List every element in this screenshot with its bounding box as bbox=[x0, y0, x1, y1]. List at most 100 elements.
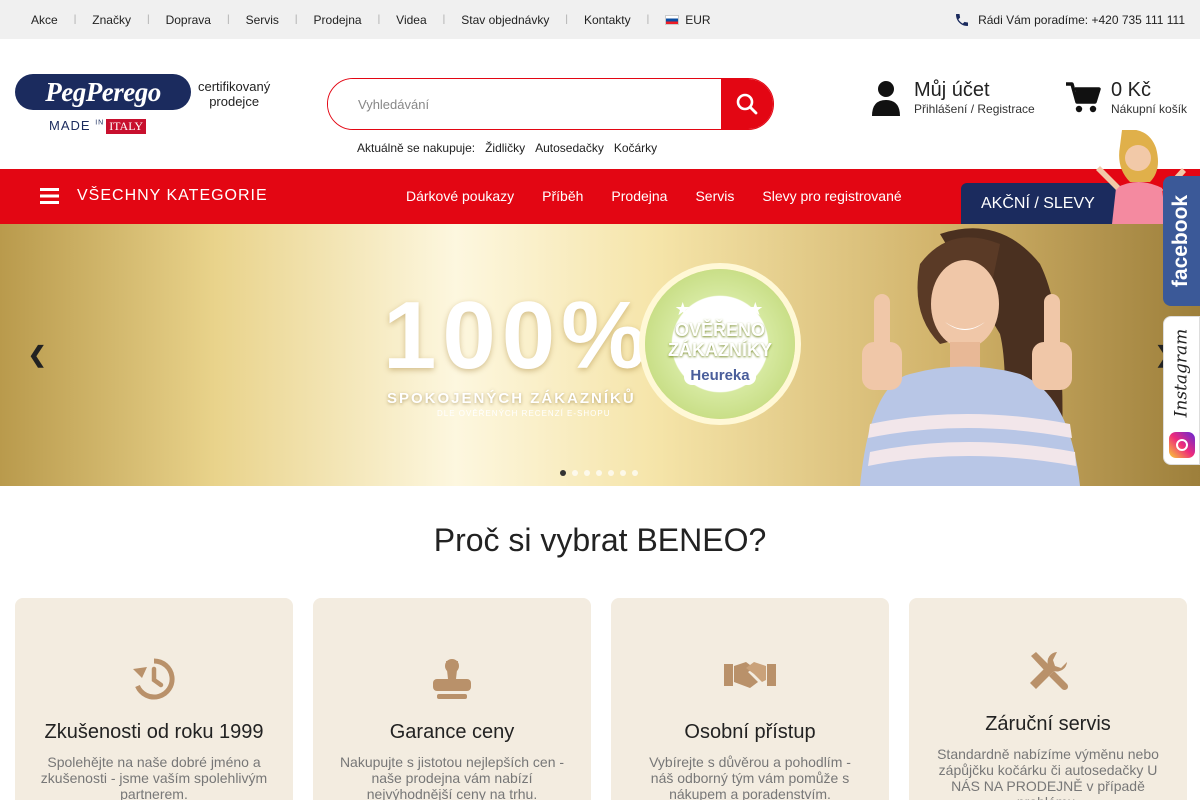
currency-selector[interactable]: EUR bbox=[665, 12, 711, 27]
why-choose-title: Proč si vybrat BENEO? bbox=[433, 522, 767, 558]
separator: | bbox=[646, 14, 650, 25]
top-nav-stav-objednavky[interactable]: Stav objednávky bbox=[461, 13, 549, 27]
cart-link[interactable]: 0 Kč Nákupní košík bbox=[1065, 79, 1187, 116]
cart-text: 0 Kč Nákupní košík bbox=[1111, 79, 1187, 116]
top-nav-servis[interactable]: Servis bbox=[246, 13, 279, 27]
header: PegPerego certifikovaný prodejce MADE IN I… bbox=[0, 39, 1200, 169]
trending-zidlicky[interactable]: Židličky bbox=[485, 141, 525, 155]
nav-prodejna[interactable]: Prodejna bbox=[611, 188, 667, 204]
instagram-tab[interactable]: Instagram bbox=[1163, 316, 1200, 465]
slider-dot[interactable] bbox=[560, 470, 566, 476]
benefit-text: Nakupujte s jistotou nejlepších cen - na… bbox=[339, 754, 565, 800]
main-nav-links: Dárkové poukazy Příběh Prodejna Servis S… bbox=[406, 188, 902, 204]
account-text: Můj účet Přihlášení / Registrace bbox=[914, 79, 1035, 116]
woman-thumbs-up-image bbox=[860, 228, 1080, 486]
top-nav-videa[interactable]: Videa bbox=[396, 13, 426, 27]
hero-headline: 100% bbox=[383, 282, 653, 389]
hero-note: DLE OVĚŘENÝCH RECENZÍ E-SHOPU bbox=[437, 409, 611, 418]
search-input[interactable] bbox=[328, 79, 721, 129]
separator: | bbox=[226, 14, 230, 25]
all-categories-label: VŠECHNY KATEGORIE bbox=[77, 187, 268, 204]
badge-stars: ★★★★★ bbox=[674, 299, 766, 319]
benefit-title: Záruční servis bbox=[985, 713, 1111, 735]
pegperego-logo[interactable]: PegPerego certifikovaný prodejce MADE IN I… bbox=[15, 74, 275, 136]
heureka-badge: ★★★★★ OVĚŘENO ZÁKAZNÍKY Heureka bbox=[645, 269, 795, 419]
separator: | bbox=[294, 14, 298, 25]
phone-contact[interactable]: Rádi Vám poradíme: +420 735 111 111 bbox=[954, 12, 1185, 28]
trending-kocarky[interactable]: Kočárky bbox=[614, 141, 657, 155]
phone-icon bbox=[956, 13, 969, 26]
benefit-card: Garance ceny Nakupujte s jistotou nejlep… bbox=[313, 598, 591, 800]
slider-dot[interactable] bbox=[620, 470, 626, 476]
benefit-cards: Zkušenosti od roku 1999 Spolehějte na na… bbox=[15, 598, 1187, 800]
instagram-label: Instagram bbox=[1171, 328, 1192, 418]
nav-darkove-poukazy[interactable]: Dárkové poukazy bbox=[406, 188, 514, 204]
nav-pribeh[interactable]: Příběh bbox=[542, 188, 583, 204]
slider-dot[interactable] bbox=[632, 470, 638, 476]
search-button[interactable] bbox=[721, 79, 773, 129]
user-icon bbox=[872, 80, 900, 116]
nav-servis[interactable]: Servis bbox=[695, 188, 734, 204]
phone-text: Rádi Vám poradíme: +420 735 111 111 bbox=[978, 12, 1185, 27]
hero-subheadline: SPOKOJENÝCH ZÁKAZNÍKŮ bbox=[387, 390, 636, 407]
slider-dot[interactable] bbox=[596, 470, 602, 476]
slider-dot[interactable] bbox=[584, 470, 590, 476]
all-categories-button[interactable]: VŠECHNY KATEGORIE bbox=[40, 187, 268, 205]
stamp-icon bbox=[433, 659, 471, 699]
facebook-label: facebook bbox=[1169, 194, 1193, 288]
facebook-tab[interactable]: facebook bbox=[1163, 176, 1200, 306]
certified-line1: certifikovaný bbox=[198, 79, 271, 94]
tools-icon bbox=[1030, 652, 1069, 691]
main-nav: VŠECHNY KATEGORIE Dárkové poukazy Příběh… bbox=[0, 169, 1200, 224]
slider-dot[interactable] bbox=[608, 470, 614, 476]
in-text: IN bbox=[95, 119, 105, 127]
search-bar bbox=[327, 78, 774, 130]
cart-subtitle: Nákupní košík bbox=[1111, 102, 1188, 116]
benefit-card: Zkušenosti od roku 1999 Spolehějte na na… bbox=[15, 598, 293, 800]
heureka-logo: Heureka bbox=[684, 366, 756, 385]
benefit-card: Záruční servis Standardně nabízíme výměn… bbox=[909, 598, 1187, 800]
account-subtitle: Přihlášení / Registrace bbox=[914, 102, 1035, 116]
certified-line2: prodejce bbox=[209, 94, 260, 109]
benefit-text: Vybírejte s důvěrou a pohodlím - náš odb… bbox=[649, 754, 851, 800]
benefit-text: Standardně nabízíme výměnu nebo zápůjčku… bbox=[937, 746, 1159, 800]
hero-banner[interactable]: 100% SPOKOJENÝCH ZÁKAZNÍKŮ DLE OVĚŘENÝCH… bbox=[0, 224, 1200, 486]
slider-dot[interactable] bbox=[572, 470, 578, 476]
account-link[interactable]: Můj účet Přihlášení / Registrace bbox=[870, 79, 1035, 116]
badge-line1: OVĚŘENO bbox=[674, 320, 766, 340]
certified-seller-text: certifikovaný prodejce bbox=[198, 79, 270, 109]
top-nav-prodejna[interactable]: Prodejna bbox=[314, 13, 362, 27]
slovak-flag-icon bbox=[665, 14, 680, 25]
handshake-icon bbox=[724, 662, 776, 688]
italy-text: ITALY bbox=[106, 119, 147, 134]
top-bar: Akce | Značky | Doprava | Servis | Prodejna |… bbox=[0, 0, 1200, 39]
separator: | bbox=[565, 14, 568, 25]
benefit-title: Osobní přístup bbox=[684, 721, 816, 743]
separator: | bbox=[73, 14, 77, 25]
separator: | bbox=[442, 14, 446, 25]
trending-autosedacky[interactable]: Autosedačky bbox=[535, 141, 604, 155]
currency-label: EUR bbox=[685, 12, 711, 27]
logo-wordmark: PegPerego bbox=[15, 74, 191, 110]
top-nav: Akce | Značky | Doprava | Servis | Prodejna |… bbox=[31, 13, 711, 27]
benefit-title: Zkušenosti od roku 1999 bbox=[44, 721, 264, 743]
slider-prev-arrow[interactable]: ❮ bbox=[28, 342, 46, 368]
top-nav-doprava[interactable]: Doprava bbox=[166, 13, 211, 27]
trending-searches: Aktuálně se nakupuje: Židličky Autosedač… bbox=[357, 141, 657, 155]
hamburger-icon bbox=[40, 188, 59, 204]
made-in-italy: MADE IN ITALY bbox=[49, 118, 147, 134]
benefit-card: Osobní přístup Vybírejte s důvěrou a poh… bbox=[611, 598, 889, 800]
top-nav-kontakty[interactable]: Kontakty bbox=[584, 13, 631, 27]
separator: | bbox=[146, 14, 150, 25]
cart-icon bbox=[1066, 81, 1101, 112]
history-icon bbox=[133, 658, 175, 700]
top-nav-znacky[interactable]: Značky bbox=[92, 13, 131, 27]
benefit-title: Garance ceny bbox=[389, 721, 515, 743]
instagram-icon bbox=[1168, 432, 1195, 458]
badge-text: OVĚŘENO ZÁKAZNÍKY bbox=[668, 320, 772, 360]
nav-slevy-pro-registrovane[interactable]: Slevy pro registrované bbox=[762, 188, 901, 204]
separator: | bbox=[377, 14, 381, 25]
top-nav-akce[interactable]: Akce bbox=[31, 13, 58, 27]
search-icon bbox=[736, 93, 758, 115]
benefit-text: Spolehějte na naše dobré jméno a zkušeno… bbox=[40, 754, 268, 800]
